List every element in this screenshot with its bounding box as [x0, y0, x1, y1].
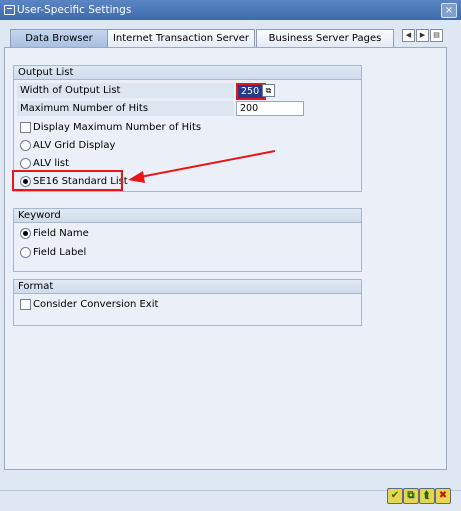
confirm-button[interactable]: ✔ — [387, 488, 403, 504]
tab-label: Data Browser — [25, 33, 93, 44]
annotation-arrow — [128, 150, 276, 183]
copy-button[interactable]: ⧉ — [403, 488, 419, 504]
save-button[interactable]: ⮬ — [419, 488, 435, 504]
cancel-button[interactable]: ✖ — [435, 488, 451, 504]
tab-data-browser[interactable]: Data Browser — [10, 29, 108, 47]
